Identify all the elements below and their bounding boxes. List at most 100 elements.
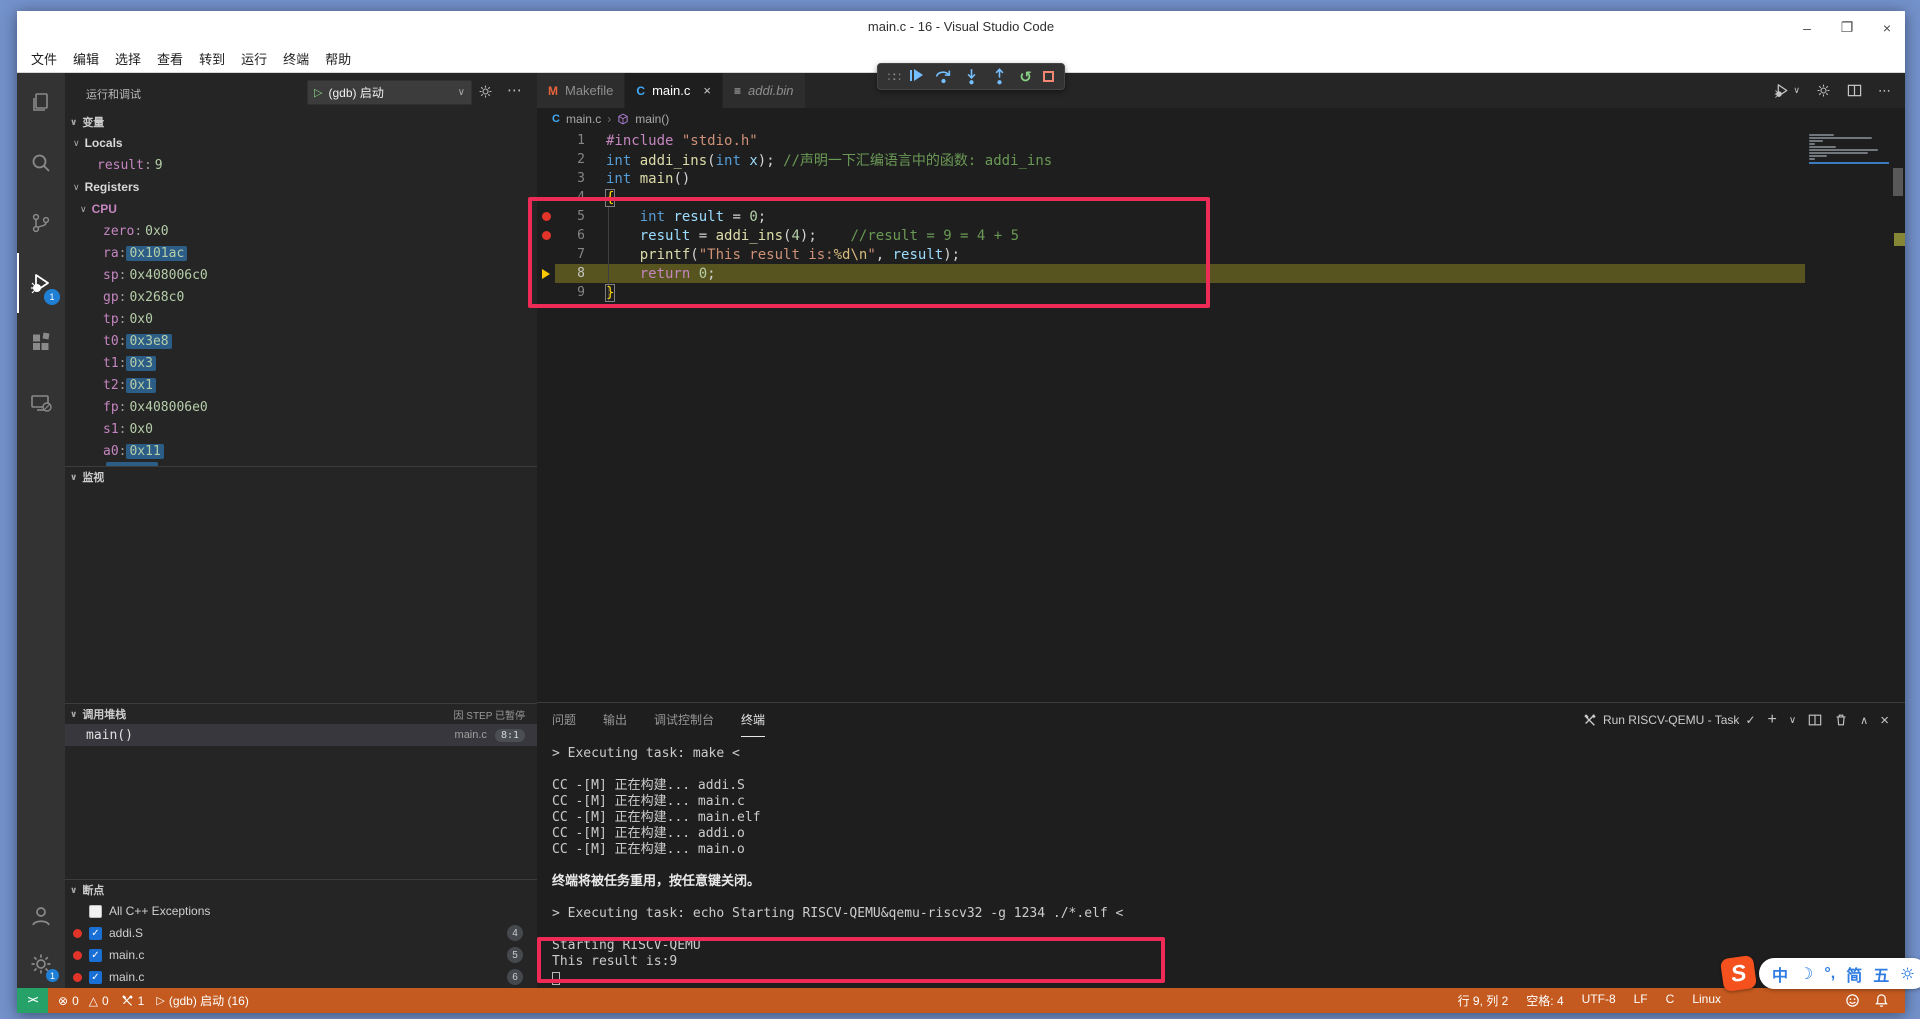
breadcrumb[interactable]: C main.c › main() <box>537 108 1905 130</box>
variable-row[interactable]: a0: 0x11 <box>65 440 537 462</box>
variable-row[interactable]: ra: 0x101ac <box>65 242 537 264</box>
tab-makefile[interactable]: M Makefile <box>537 73 625 108</box>
menu-item-查看[interactable]: 查看 <box>149 46 191 71</box>
menu-item-编辑[interactable]: 编辑 <box>65 46 107 71</box>
variable-row[interactable]: t0: 0x3e8 <box>65 330 537 352</box>
status-item[interactable]: Linux <box>1692 992 1721 1009</box>
variable-row[interactable]: t1: 0x3 <box>65 352 537 374</box>
variable-row[interactable]: result: 9 <box>65 154 537 176</box>
split-terminal-icon[interactable] <box>1808 713 1822 727</box>
menu-item-文件[interactable]: 文件 <box>23 46 65 71</box>
terminal-output[interactable]: > Executing task: make < CC -[M] 正在构建...… <box>537 737 1905 988</box>
remote-indicator[interactable]: >< <box>17 988 48 1013</box>
close-tab-icon[interactable]: × <box>703 83 711 98</box>
code-line[interactable]: 9} <box>537 283 1905 302</box>
ime-item[interactable]: °, <box>1824 965 1835 983</box>
more-actions-icon[interactable]: ⋯ <box>507 81 522 99</box>
tab-addi-bin[interactable]: ≡ addi.bin <box>723 73 806 108</box>
ime-item[interactable]: 中 <box>1772 962 1788 986</box>
titlebar[interactable]: main.c - 16 - Visual Studio Code – ❐ × <box>17 11 1905 44</box>
stack-frame-row[interactable]: main() main.c 8:1 <box>65 724 537 746</box>
notifications-bell-icon[interactable] <box>1874 993 1889 1008</box>
stop-icon[interactable] <box>1043 71 1054 82</box>
checkbox-checked[interactable]: ✓ <box>89 971 102 984</box>
ime-item[interactable]: 五 <box>1873 962 1889 986</box>
remote-explorer-icon[interactable] <box>17 373 65 433</box>
debug-session-status[interactable]: ▷ (gdb) 启动 (16) <box>150 992 255 1009</box>
restore-icon[interactable]: ❐ <box>1839 19 1855 36</box>
tab-main-c[interactable]: C main.c × <box>625 73 723 108</box>
run-or-debug-icon[interactable]: ∨ <box>1774 82 1800 99</box>
close-icon[interactable]: × <box>1879 20 1895 36</box>
run-debug-icon[interactable]: 1 <box>17 253 65 313</box>
explorer-icon[interactable] <box>17 73 65 133</box>
code-line[interactable]: 6 result = addi_ins(4); //result = 9 = 4… <box>537 226 1905 245</box>
status-item[interactable]: C <box>1666 992 1675 1009</box>
ime-gear-icon[interactable] <box>1900 966 1915 981</box>
exception-breakpoint-row[interactable]: All C++ Exceptions <box>65 900 537 922</box>
ime-toolbar[interactable]: S 中☽°,简五 <box>1722 957 1920 990</box>
code-editor[interactable]: 1#include "stdio.h"2int addi_ins(int x);… <box>537 130 1905 702</box>
minimize-icon[interactable]: – <box>1799 20 1815 36</box>
breakpoint-row[interactable]: ✓main.c6 <box>65 966 537 988</box>
ime-item[interactable]: 简 <box>1846 962 1862 986</box>
editor-gear-icon[interactable] <box>1816 83 1831 98</box>
tab-output[interactable]: 输出 <box>603 703 627 737</box>
debug-settings-gear-icon[interactable] <box>478 84 493 99</box>
code-line[interactable]: 4{ <box>537 188 1905 207</box>
drag-grip-icon[interactable]: ∷∷ <box>888 70 899 84</box>
breakpoint-gutter[interactable] <box>537 212 555 221</box>
status-item[interactable]: 空格: 4 <box>1526 992 1563 1009</box>
locals-group[interactable]: ∨ Locals <box>65 132 537 154</box>
close-panel-icon[interactable]: × <box>1880 712 1889 729</box>
code-line[interactable]: 3int main() <box>537 169 1905 188</box>
settings-gear-icon[interactable]: 1 <box>17 940 65 988</box>
start-debug-icon[interactable]: ▷ <box>314 86 322 99</box>
breakpoints-header[interactable]: ∨ 断点 <box>65 880 537 900</box>
menu-item-转到[interactable]: 转到 <box>191 46 233 71</box>
account-icon[interactable] <box>17 892 65 940</box>
restart-icon[interactable]: ↺ <box>1019 68 1032 86</box>
step-out-icon[interactable] <box>991 68 1008 85</box>
variable-row[interactable]: gp: 0x268c0 <box>65 286 537 308</box>
status-item[interactable]: UTF-8 <box>1582 992 1616 1009</box>
feedback-smiley-icon[interactable] <box>1845 993 1860 1008</box>
tab-problems[interactable]: 问题 <box>552 703 576 737</box>
step-over-icon[interactable] <box>935 68 952 85</box>
variable-row[interactable]: fp: 0x408006e0 <box>65 396 537 418</box>
maximize-panel-icon[interactable]: ∧ <box>1860 714 1868 727</box>
ime-item[interactable]: ☽ <box>1799 964 1813 984</box>
menu-item-帮助[interactable]: 帮助 <box>317 46 359 71</box>
problems-status[interactable]: ⊗0 △0 <box>52 994 115 1008</box>
extensions-icon[interactable] <box>17 313 65 373</box>
call-stack-header[interactable]: ∨ 调用堆栈 因 STEP 已暂停 <box>65 704 537 724</box>
breakpoint-row[interactable]: ✓main.c5 <box>65 944 537 966</box>
variables-header[interactable]: ∨ 变量 <box>65 112 537 132</box>
registers-group[interactable]: ∨ Registers <box>65 176 537 198</box>
tab-terminal[interactable]: 终端 <box>741 703 765 737</box>
running-tasks-status[interactable]: 1 <box>115 994 151 1008</box>
status-item[interactable]: 行 9, 列 2 <box>1458 992 1509 1009</box>
variable-row[interactable]: sp: 0x408006c0 <box>65 264 537 286</box>
menu-item-终端[interactable]: 终端 <box>275 46 317 71</box>
menu-item-运行[interactable]: 运行 <box>233 46 275 71</box>
checkbox-unchecked[interactable] <box>89 905 102 918</box>
variable-row[interactable]: tp: 0x0 <box>65 308 537 330</box>
breakpoint-row[interactable]: ✓addi.S4 <box>65 922 537 944</box>
breakpoint-gutter[interactable] <box>537 269 555 279</box>
cpu-group[interactable]: ∨ CPU <box>65 198 537 220</box>
variable-row[interactable]: t2: 0x1 <box>65 374 537 396</box>
code-line[interactable]: 1#include "stdio.h" <box>537 131 1905 150</box>
checkbox-checked[interactable]: ✓ <box>89 927 102 940</box>
new-terminal-icon[interactable]: + <box>1768 711 1777 729</box>
breakpoint-gutter[interactable] <box>537 231 555 240</box>
status-item[interactable]: LF <box>1634 992 1648 1009</box>
step-into-icon[interactable] <box>963 68 980 85</box>
launch-config-dropdown[interactable]: ▷ (gdb) 启动 ∨ <box>307 80 472 105</box>
variable-row[interactable]: zero: 0x0 <box>65 220 537 242</box>
watch-header[interactable]: ∨ 监视 <box>65 467 537 487</box>
minimap[interactable] <box>1809 134 1889 164</box>
terminal-dropdown-icon[interactable]: ∨ <box>1789 715 1796 726</box>
terminal-task-item[interactable]: Run RISCV-QEMU - Task ✓ <box>1583 713 1756 727</box>
code-line[interactable]: 7 printf("This result is:%d\n", result); <box>537 245 1905 264</box>
